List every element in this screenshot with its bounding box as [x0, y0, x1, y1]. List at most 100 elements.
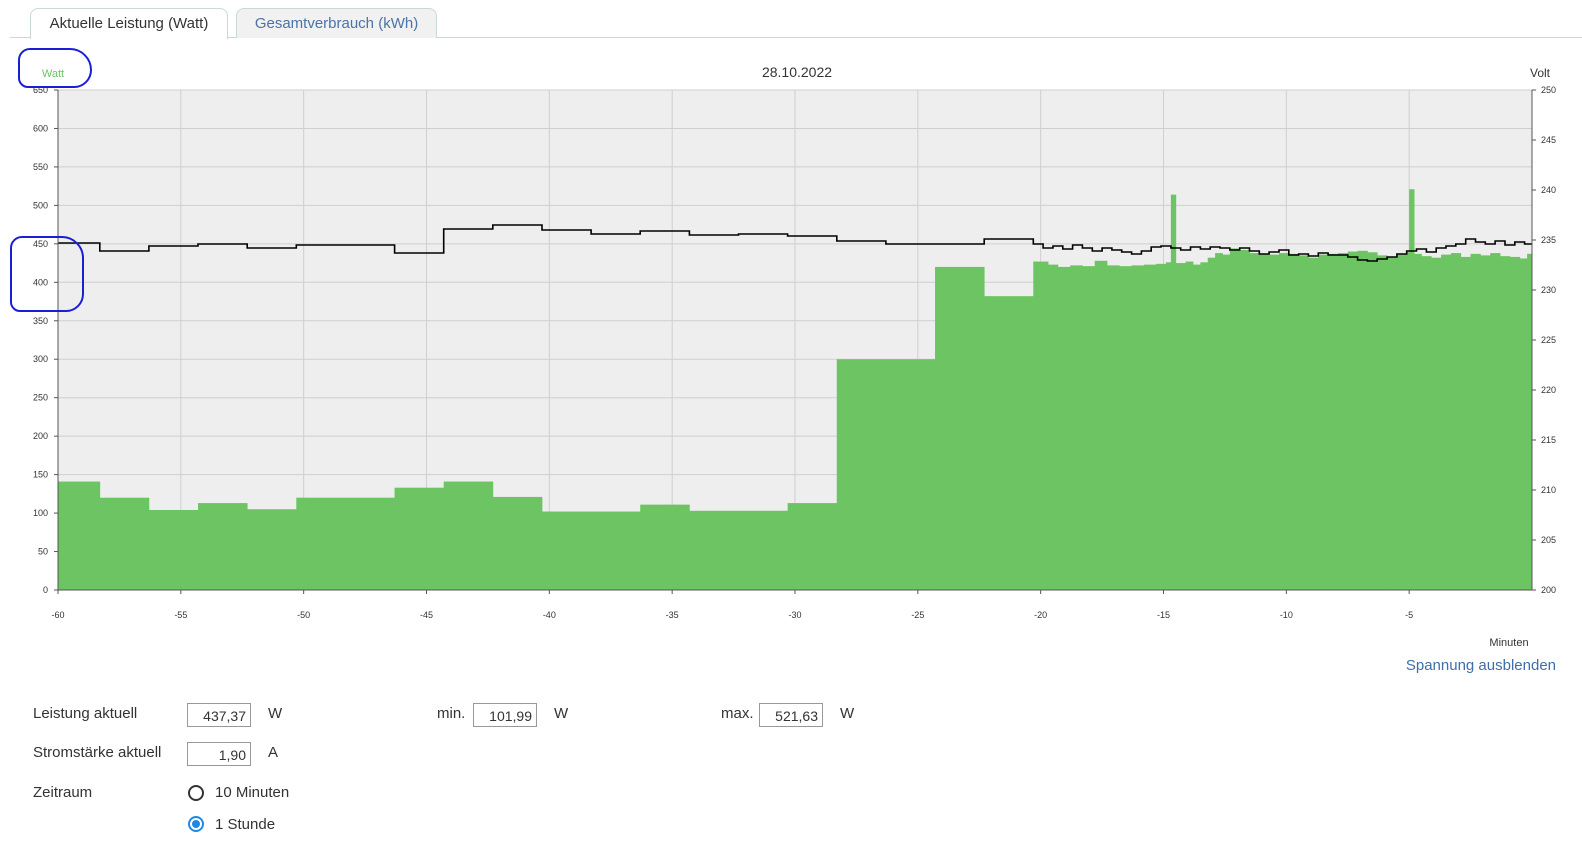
min-label: min.: [437, 705, 466, 722]
power-bar: [1057, 266, 1071, 590]
x-tick-label: -25: [911, 610, 924, 620]
power-bar: [198, 503, 248, 590]
y-tick-label-left: 100: [33, 508, 48, 518]
hide-voltage-link[interactable]: Spannung ausblenden: [1406, 657, 1556, 674]
y-tick-label-right: 200: [1541, 585, 1556, 595]
power-bar: [1406, 252, 1410, 591]
power-bar: [1409, 189, 1415, 590]
power-bar: [1377, 255, 1388, 590]
power-bar: [1288, 253, 1300, 590]
max-unit: W: [840, 705, 855, 722]
power-bar: [1441, 254, 1452, 590]
current-amperage-unit: A: [268, 744, 279, 761]
power-bar: [1387, 256, 1398, 590]
power-bar: [1480, 255, 1491, 590]
period-label-10min[interactable]: 10 Minuten: [215, 784, 289, 801]
power-bar: [1239, 250, 1250, 590]
power-bar: [984, 296, 1034, 590]
min-value: 101,99: [473, 703, 537, 727]
max-value: 521,63: [759, 703, 823, 727]
power-bar: [1519, 258, 1528, 590]
power-bar: [1119, 266, 1132, 590]
power-bar: [1175, 263, 1187, 590]
y-tick-label-right: 225: [1541, 335, 1556, 345]
power-current-unit: W: [268, 705, 283, 722]
power-bar: [1509, 256, 1521, 590]
x-tick-label: -5: [1405, 610, 1413, 620]
power-bar: [1298, 255, 1309, 590]
power-bar: [1229, 248, 1241, 590]
current-amperage-label: Stromstärke aktuell: [33, 744, 162, 761]
x-tick-label: -55: [174, 610, 187, 620]
x-axis-label: Minuten: [1489, 637, 1528, 649]
power-bar: [1414, 253, 1422, 590]
tab-total-consumption[interactable]: Gesamtverbrauch (kWh): [236, 8, 437, 38]
power-bar: [1421, 256, 1432, 590]
y-tick-label-right: 215: [1541, 435, 1556, 445]
current-amperage-value: 1,90: [187, 742, 251, 766]
power-bar: [443, 481, 494, 590]
power-bar: [1357, 250, 1368, 590]
power-bar: [1259, 253, 1270, 590]
power-bar: [1185, 261, 1194, 590]
tab-current-power[interactable]: Aktuelle Leistung (Watt): [30, 8, 228, 39]
power-current-value: 437,37: [187, 703, 251, 727]
power-bar: [689, 510, 789, 590]
period-radio-1h[interactable]: [188, 816, 204, 832]
power-bar: [296, 497, 395, 590]
y-tick-label-right: 245: [1541, 135, 1556, 145]
power-bar: [1165, 262, 1172, 590]
power-bar: [58, 481, 101, 590]
power-bar: [1431, 257, 1442, 590]
power-bar: [1207, 257, 1216, 590]
y-tick-label-left: 0: [43, 585, 48, 595]
power-bar: [1094, 260, 1108, 590]
power-bar: [99, 497, 150, 590]
power-bar: [935, 266, 985, 590]
period-radio-10min[interactable]: [188, 785, 204, 801]
y-tick-label-right: 250: [1541, 85, 1556, 95]
x-tick-label: -50: [297, 610, 310, 620]
tab-bar: Aktuelle Leistung (Watt) Gesamtverbrauch…: [0, 0, 1582, 39]
power-bar: [1048, 264, 1059, 590]
y-tick-label-right: 230: [1541, 285, 1556, 295]
power-bar: [640, 504, 690, 590]
y-tick-label-left: 300: [33, 354, 48, 364]
power-bar: [1500, 256, 1511, 590]
power-bar: [148, 510, 199, 590]
y-tick-label-left: 250: [33, 393, 48, 403]
power-bar: [836, 359, 936, 590]
power-bar: [787, 503, 838, 590]
min-unit: W: [554, 705, 569, 722]
y-tick-label-right: 235: [1541, 235, 1556, 245]
period-label-1h[interactable]: 1 Stunde: [215, 816, 275, 833]
y-tick-label-right: 205: [1541, 535, 1556, 545]
y-axis-label-right: Volt: [1530, 66, 1551, 80]
chart-title: 28.10.2022: [762, 64, 832, 80]
power-voltage-chart: 28.10.2022 Watt Volt Minuten 0 50 100 150 20…: [33, 64, 1556, 649]
max-label: max.: [721, 705, 754, 722]
power-bar: [1143, 264, 1157, 590]
y-tick-label-right: 220: [1541, 385, 1556, 395]
y-tick-label-left: 200: [33, 431, 48, 441]
power-bar: [1269, 254, 1280, 590]
power-bar: [1222, 254, 1231, 590]
power-bar: [1192, 264, 1201, 590]
power-bar: [1156, 263, 1167, 590]
power-current-label: Leistung aktuell: [33, 705, 138, 722]
y-tick-label-left: 400: [33, 277, 48, 287]
power-bar: [247, 509, 297, 590]
y-tick-label-right: 210: [1541, 485, 1556, 495]
x-tick-label: -35: [666, 610, 679, 620]
y-tick-label-left: 600: [33, 123, 48, 133]
y-tick-label-left: 500: [33, 200, 48, 210]
power-bar: [1328, 253, 1339, 590]
power-bar: [1460, 256, 1471, 590]
y-tick-label-left: 650: [33, 85, 48, 95]
power-bar: [1106, 265, 1120, 590]
y-tick-label-left: 550: [33, 162, 48, 172]
x-tick-label: -20: [1034, 610, 1047, 620]
power-bar: [1170, 194, 1177, 590]
power-bar: [1278, 253, 1290, 591]
power-bar: [1337, 253, 1349, 591]
